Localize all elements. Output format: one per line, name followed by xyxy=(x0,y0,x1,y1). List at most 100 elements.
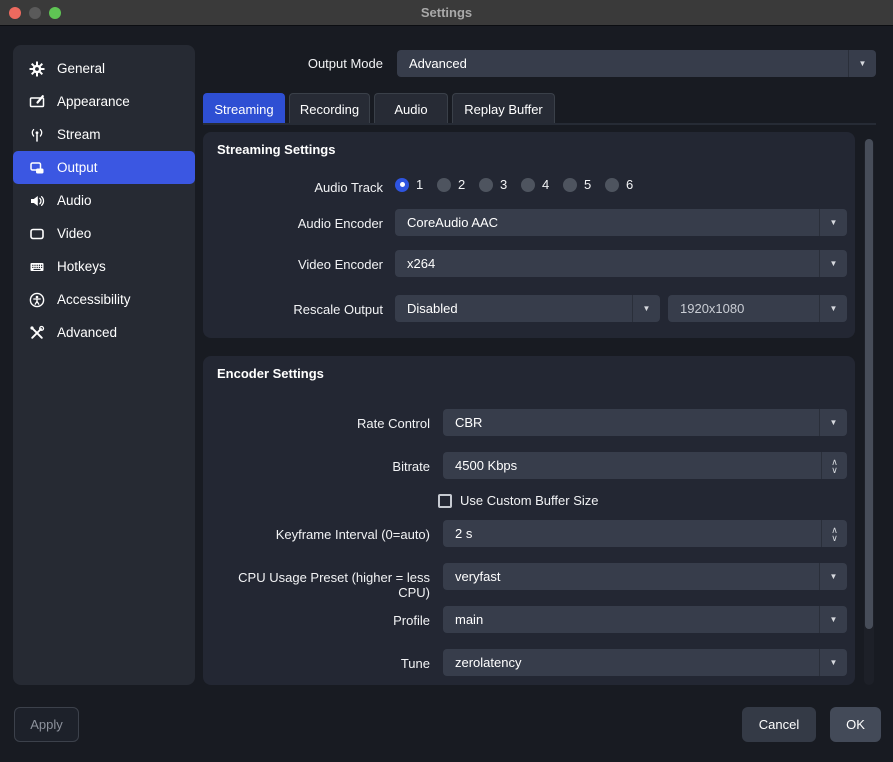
settings-window: Settings General xyxy=(0,0,893,762)
cancel-button[interactable]: Cancel xyxy=(742,707,816,742)
radio-icon xyxy=(605,178,619,192)
chevron-down-icon: ▼ xyxy=(632,295,660,322)
sidebar-item-label: Audio xyxy=(57,193,92,208)
sidebar-item-audio[interactable]: Audio xyxy=(13,184,195,217)
checkbox-icon[interactable] xyxy=(438,494,452,508)
keyframe-interval-label: Keyframe Interval (0=auto) xyxy=(203,527,430,542)
video-encoder-dropdown[interactable]: x264 ▼ xyxy=(395,250,847,277)
tab-bar-divider xyxy=(203,123,876,125)
chevron-down-icon: ▼ xyxy=(819,250,847,277)
sidebar-item-label: Advanced xyxy=(57,325,117,340)
sidebar-item-label: Appearance xyxy=(57,94,130,109)
spinner-arrows-icon[interactable]: ∧∨ xyxy=(821,452,847,479)
traffic-lights xyxy=(9,7,61,19)
rescale-output-dropdown[interactable]: Disabled ▼ xyxy=(395,295,660,322)
tune-label: Tune xyxy=(203,656,430,671)
audio-icon xyxy=(28,192,45,209)
profile-label: Profile xyxy=(203,613,430,628)
radio-icon xyxy=(437,178,451,192)
sidebar-item-advanced[interactable]: Advanced xyxy=(13,316,195,349)
accessibility-icon xyxy=(28,291,45,308)
chevron-down-icon: ▼ xyxy=(819,295,847,322)
audio-track-label: Audio Track xyxy=(203,180,383,195)
radio-selected-icon xyxy=(395,178,409,192)
tab-streaming[interactable]: Streaming xyxy=(203,93,285,124)
audio-track-radio-3[interactable]: 3 xyxy=(479,177,521,192)
chevron-down-icon: ▼ xyxy=(819,409,847,436)
cpu-preset-label: CPU Usage Preset (higher = less CPU) xyxy=(203,570,430,600)
sidebar-item-label: Accessibility xyxy=(57,292,131,307)
tab-recording[interactable]: Recording xyxy=(289,93,370,124)
tune-dropdown[interactable]: zerolatency ▼ xyxy=(443,649,847,676)
sidebar-item-output[interactable]: Output xyxy=(13,151,195,184)
output-mode-label: Output Mode xyxy=(150,56,383,71)
profile-dropdown[interactable]: main ▼ xyxy=(443,606,847,633)
sidebar-item-label: Hotkeys xyxy=(57,259,106,274)
ok-button[interactable]: OK xyxy=(830,707,881,742)
hotkeys-icon xyxy=(28,258,45,275)
sidebar-item-appearance[interactable]: Appearance xyxy=(13,85,195,118)
tab-replay-buffer[interactable]: Replay Buffer xyxy=(452,93,555,124)
rescale-resolution-dropdown[interactable]: 1920x1080 ▼ xyxy=(668,295,847,322)
chevron-down-icon: ▼ xyxy=(819,563,847,590)
zoom-button[interactable] xyxy=(49,7,61,19)
radio-icon xyxy=(563,178,577,192)
audio-encoder-label: Audio Encoder xyxy=(203,216,383,231)
custom-buffer-label: Use Custom Buffer Size xyxy=(460,493,598,508)
advanced-icon xyxy=(28,324,45,341)
stream-icon xyxy=(28,126,45,143)
encoder-settings-card: Encoder Settings Rate Control CBR ▼ Bitr… xyxy=(203,356,855,685)
sidebar-item-video[interactable]: Video xyxy=(13,217,195,250)
rescale-output-label: Rescale Output xyxy=(203,302,383,317)
tab-label: Recording xyxy=(300,102,359,117)
tab-label: Replay Buffer xyxy=(464,102,543,117)
section-title: Encoder Settings xyxy=(217,366,324,381)
output-mode-value: Advanced xyxy=(397,56,848,71)
chevron-down-icon: ▼ xyxy=(848,50,876,77)
tab-label: Streaming xyxy=(214,102,273,117)
audio-track-radio-4[interactable]: 4 xyxy=(521,177,563,192)
rate-control-dropdown[interactable]: CBR ▼ xyxy=(443,409,847,436)
section-title: Streaming Settings xyxy=(217,142,335,157)
sidebar-item-label: Stream xyxy=(57,127,101,142)
gear-icon xyxy=(28,60,45,77)
audio-track-radio-5[interactable]: 5 xyxy=(563,177,605,192)
spinner-arrows-icon[interactable]: ∧∨ xyxy=(821,520,847,547)
video-encoder-label: Video Encoder xyxy=(203,257,383,272)
tab-label: Audio xyxy=(394,102,427,117)
sidebar-item-accessibility[interactable]: Accessibility xyxy=(13,283,195,316)
audio-track-radio-6[interactable]: 6 xyxy=(605,177,647,192)
keyframe-interval-spinbox[interactable]: 2 s ∧∨ xyxy=(443,520,847,547)
chevron-down-icon: ▼ xyxy=(819,606,847,633)
audio-track-radio-2[interactable]: 2 xyxy=(437,177,479,192)
minimize-button[interactable] xyxy=(29,7,41,19)
output-icon xyxy=(28,159,45,176)
tab-audio[interactable]: Audio xyxy=(374,93,448,124)
sidebar-item-label: General xyxy=(57,61,105,76)
window-title: Settings xyxy=(421,5,472,20)
rate-control-label: Rate Control xyxy=(203,416,430,431)
output-mode-dropdown[interactable]: Advanced ▼ xyxy=(397,50,876,77)
cpu-preset-dropdown[interactable]: veryfast ▼ xyxy=(443,563,847,590)
sidebar-item-label: Output xyxy=(57,160,98,175)
bitrate-spinbox[interactable]: 4500 Kbps ∧∨ xyxy=(443,452,847,479)
chevron-down-icon: ▼ xyxy=(819,209,847,236)
sidebar: General Appearance Stream xyxy=(13,45,195,685)
audio-encoder-dropdown[interactable]: CoreAudio AAC ▼ xyxy=(395,209,847,236)
sidebar-item-label: Video xyxy=(57,226,91,241)
scrollbar-thumb[interactable] xyxy=(865,139,873,629)
sidebar-item-hotkeys[interactable]: Hotkeys xyxy=(13,250,195,283)
radio-icon xyxy=(521,178,535,192)
audio-track-radio-group: 1 2 3 4 5 6 xyxy=(395,177,647,192)
streaming-settings-card: Streaming Settings Audio Track 1 2 3 4 5 xyxy=(203,132,855,338)
audio-track-radio-1[interactable]: 1 xyxy=(395,177,437,192)
sidebar-item-stream[interactable]: Stream xyxy=(13,118,195,151)
close-button[interactable] xyxy=(9,7,21,19)
appearance-icon xyxy=(28,93,45,110)
apply-button[interactable]: Apply xyxy=(14,707,79,742)
bitrate-label: Bitrate xyxy=(203,459,430,474)
chevron-down-icon: ▼ xyxy=(819,649,847,676)
custom-buffer-checkbox-row[interactable]: Use Custom Buffer Size xyxy=(438,493,598,508)
titlebar: Settings xyxy=(0,0,893,26)
radio-icon xyxy=(479,178,493,192)
